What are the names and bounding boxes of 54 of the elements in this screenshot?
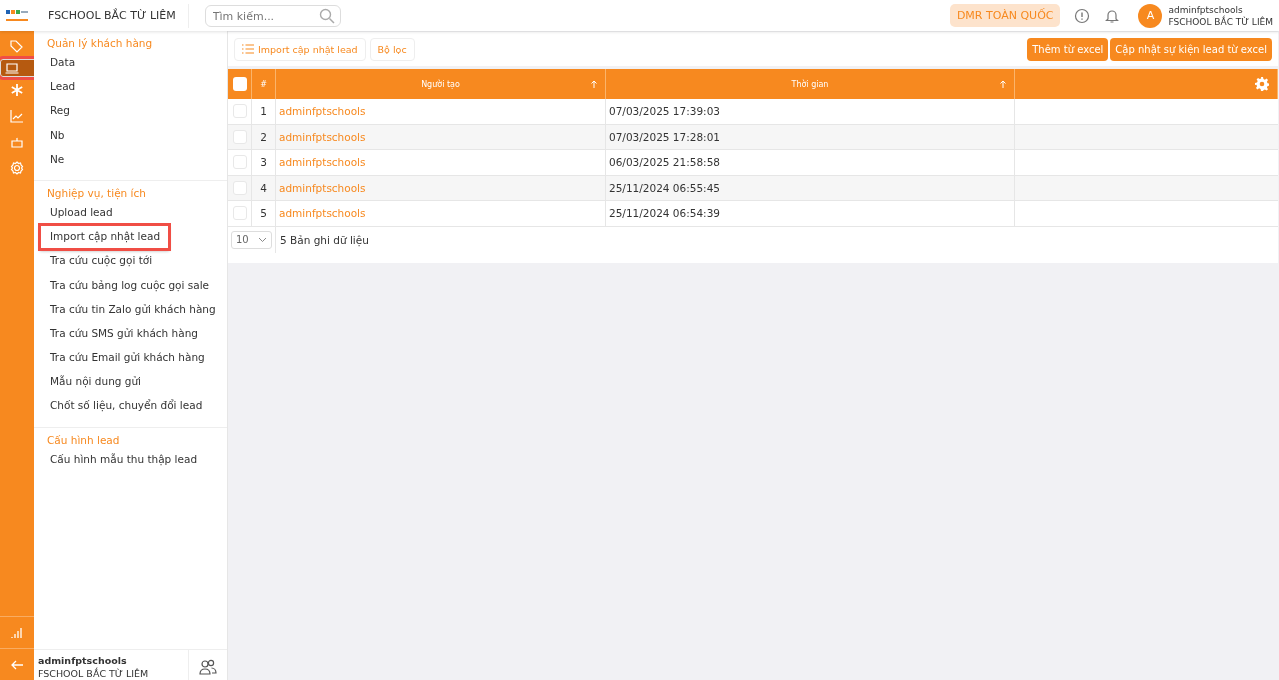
menu-item[interactable]: Nb [34,123,227,148]
settings-icon[interactable] [1255,77,1269,91]
table-cell: 5 [252,201,276,226]
line-chart-icon [10,109,24,123]
menu-item[interactable]: Data [34,51,227,76]
menu-item[interactable]: Ne [34,147,227,172]
menu-item[interactable]: Cấu hình mẫu thu thập lead [34,447,227,472]
table-cell: 3 [252,150,276,175]
menu-item[interactable]: Tra cứu cuộc gọi tới [34,249,227,274]
table-cell: 07/03/2025 17:39:03 [606,99,1015,124]
menu-item[interactable]: Tra cứu bảng log cuộc gọi sale [34,273,227,298]
menu-item[interactable]: Tra cứu Email gửi khách hàng [34,346,227,371]
table-cell: 25/11/2024 06:54:39 [606,201,1015,226]
search-icon[interactable] [318,7,335,24]
column-header: # [252,69,276,99]
menu-item[interactable]: Import cập nhật lead [40,225,169,250]
bar-chart-icon [10,625,24,640]
sort-icon[interactable] [591,80,597,88]
menu-section-title: Quản lý khách hàng [46,37,154,49]
menu-item[interactable]: Chốt số liệu, chuyển đổi lead [34,394,227,419]
table-cell: 06/03/2025 21:58:58 [606,150,1015,175]
menu-item[interactable]: Mẫu nội dung gửi [34,370,227,395]
search-field[interactable]: Tìm kiếm... [204,5,341,27]
robot-icon [10,135,24,149]
users-icon[interactable] [199,659,217,675]
user-unit: FSCHOOL BẮC TỪ LIÊM [1168,15,1273,28]
menu-item[interactable]: Upload lead [34,200,227,226]
select-all-checkbox[interactable] [232,77,247,91]
menu-item[interactable]: Lead [34,75,227,100]
table-cell: 1 [252,99,276,124]
table-cell: 4 [252,175,276,200]
info-icon[interactable] [1074,7,1091,24]
bell-icon[interactable] [1104,7,1121,24]
table-cell: 2 [252,124,276,149]
asterisk-icon [10,83,24,97]
school-name: FSCHOOL BẮC TỪ LIÊM [48,3,189,28]
tag-icon [10,39,24,53]
list-icon [242,44,254,54]
table-cell: 07/03/2025 17:28:01 [606,124,1015,149]
footer-user-name: adminfptschools [38,654,128,667]
footer-user-unit: FSCHOOL BẮC TỪ LIÊM [38,667,150,680]
menu-item[interactable]: Tra cứu SMS gửi khách hàng [34,321,227,347]
page-size-select[interactable]: 10 [231,230,272,249]
user-name: adminfptschools [1168,3,1244,16]
menu-section-title: Nghiệp vụ, tiện ích [46,186,147,199]
laptop-icon [5,61,19,75]
record-count: 5 Bản ghi dữ liệu [279,232,370,248]
sort-icon[interactable] [1000,80,1006,88]
menu-section-title: Cấu hình lead [46,433,121,446]
settings-icon [10,161,24,175]
table-cell: 25/11/2024 06:55:45 [606,175,1015,200]
caret-icon [258,236,267,243]
menu-item[interactable]: Reg [34,99,227,124]
menu-item[interactable]: Tra cứu tin Zalo gửi khách hàng [34,297,227,322]
